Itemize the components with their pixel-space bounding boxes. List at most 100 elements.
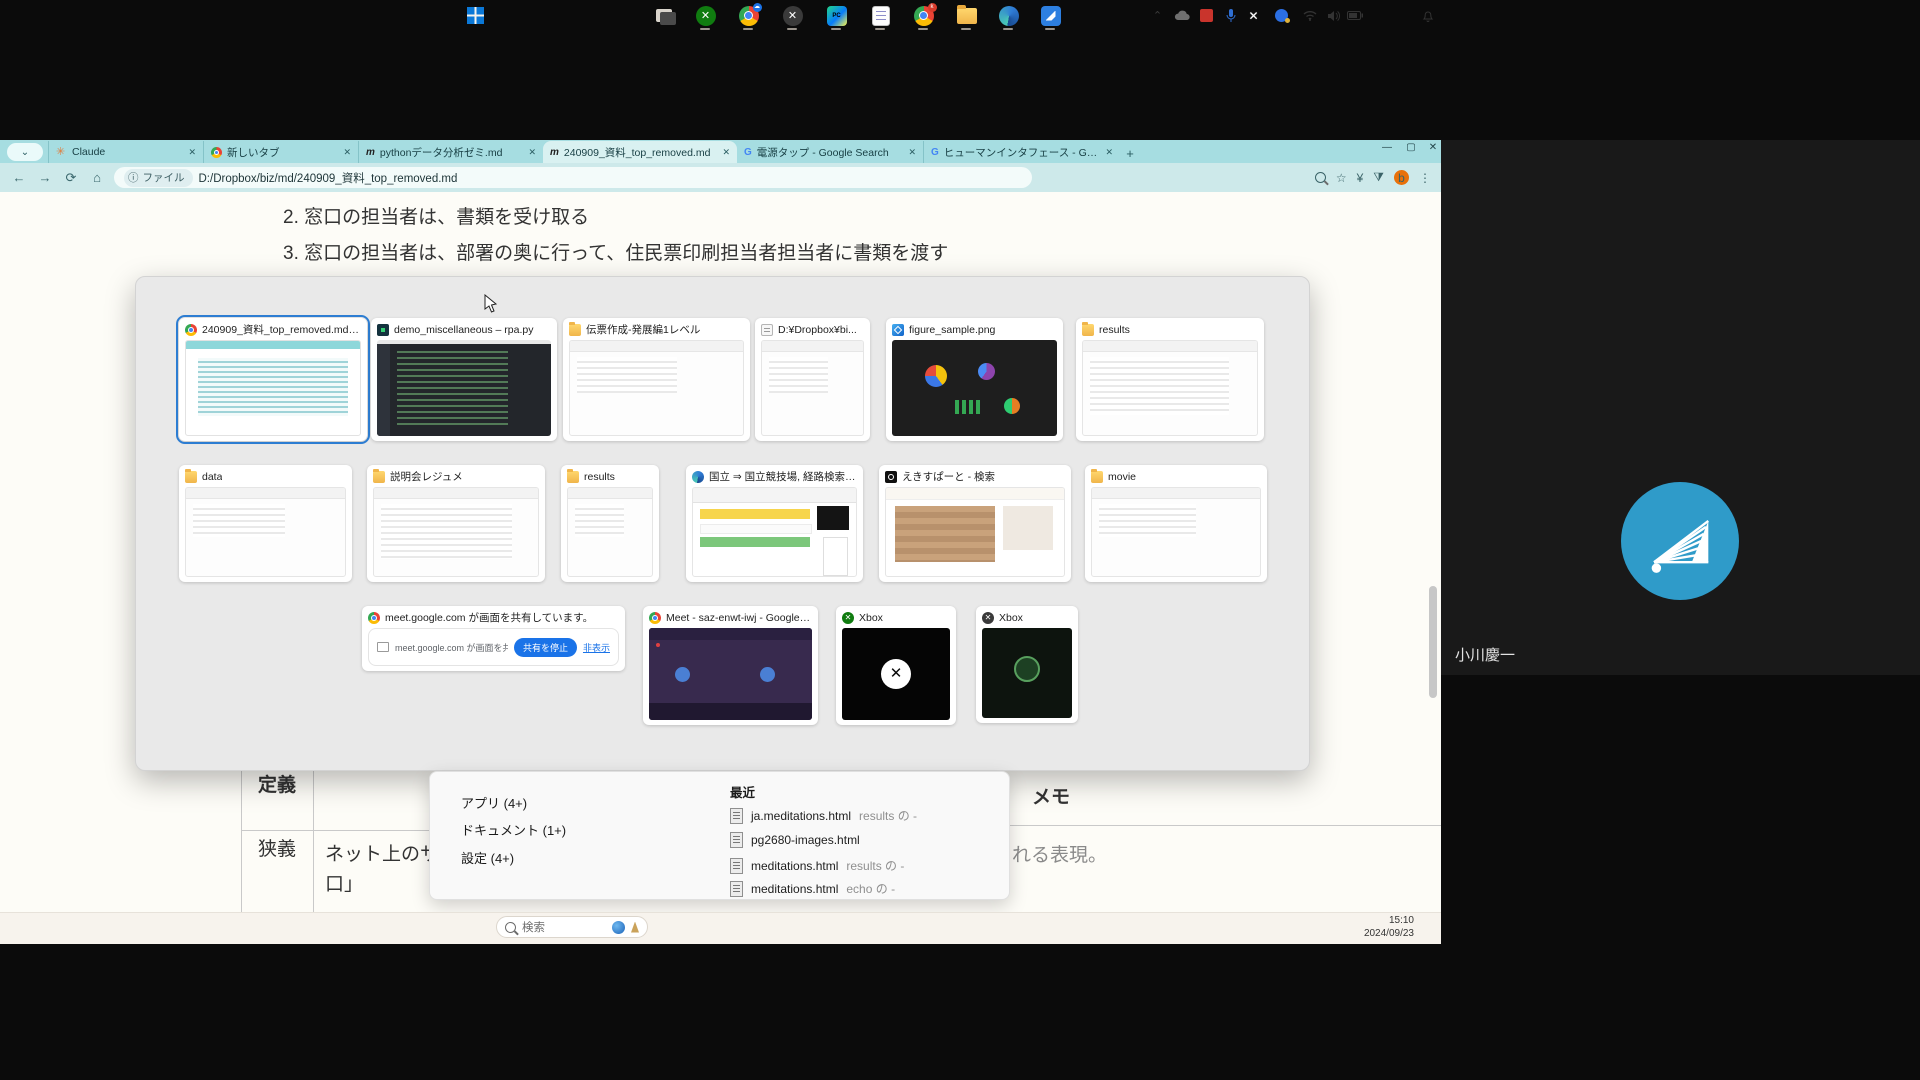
search-icon bbox=[505, 922, 516, 933]
tab-close-icon[interactable]: ✕ bbox=[1105, 147, 1113, 158]
taskbar-app-xbox[interactable]: ✕ bbox=[694, 4, 717, 27]
tab-claude[interactable]: ✳ Claude ✕ bbox=[48, 141, 203, 163]
window-card-folder-denpyo[interactable]: 伝票作成-発展編1レベル bbox=[563, 318, 750, 441]
flyout-category-apps[interactable]: アプリ (4+) bbox=[461, 793, 527, 812]
flyout-category-settings[interactable]: 設定 (4+) bbox=[461, 848, 514, 867]
home-button[interactable]: ⌂ bbox=[84, 170, 110, 185]
window-title: D:¥Dropbox¥bi... bbox=[778, 324, 857, 336]
tab-search-button[interactable]: ⌄ bbox=[7, 143, 43, 161]
tray-blue-app[interactable] bbox=[1270, 4, 1293, 27]
tray-wifi[interactable] bbox=[1298, 4, 1321, 27]
tray-battery[interactable] bbox=[1343, 4, 1366, 27]
maximize-button[interactable]: ▢ bbox=[1402, 142, 1420, 153]
tray-volume[interactable] bbox=[1322, 4, 1345, 27]
window-card-notepad[interactable]: D:¥Dropbox¥bi... bbox=[755, 318, 870, 441]
profile-avatar[interactable]: b bbox=[1394, 170, 1409, 185]
hide-banner-link[interactable]: 非表示 bbox=[583, 641, 610, 654]
tab-close-icon[interactable]: ✕ bbox=[343, 147, 351, 158]
search-highlight-globe-icon bbox=[612, 921, 625, 934]
address-bar[interactable]: ⓘ ファイル D:/Dropbox/biz/md/240909_資料_top_r… bbox=[114, 167, 1032, 188]
taskbar-app-notepad[interactable] bbox=[869, 4, 892, 27]
tab-new-tab[interactable]: 新しいタブ ✕ bbox=[203, 141, 358, 163]
tab-google-search-1[interactable]: G 電源タップ - Google Search ✕ bbox=[737, 141, 923, 163]
tab-python-seminar[interactable]: m pythonデータ分析ゼミ.md ✕ bbox=[358, 141, 543, 163]
zoom-icon[interactable] bbox=[1315, 172, 1326, 183]
claude-icon: ✳ bbox=[56, 147, 67, 158]
close-window-button[interactable]: ✕ bbox=[1424, 142, 1442, 153]
tab-close-icon[interactable]: ✕ bbox=[188, 147, 196, 158]
window-card-meet[interactable]: Meet - saz-enwt-iwj - Google Chr... bbox=[643, 606, 818, 725]
window-card-meet-banner[interactable]: meet.google.com が画面を共有しています。 meet.google… bbox=[362, 606, 625, 671]
tray-red-app[interactable] bbox=[1195, 4, 1218, 27]
window-card-route-search[interactable]: 国立 ⇒ 国立競技場, 経路検索|駅... bbox=[686, 465, 863, 582]
taskbar-app-remote[interactable] bbox=[1039, 4, 1062, 27]
window-title: Xbox bbox=[999, 612, 1023, 624]
tray-notifications[interactable] bbox=[1416, 4, 1439, 27]
tab-close-icon[interactable]: ✕ bbox=[908, 147, 916, 158]
screen-share-banner: meet.google.com が画面を共有しています。 共有を停止 非表示 bbox=[368, 628, 619, 666]
tab-active-document[interactable]: m 240909_資料_top_removed.md ✕ bbox=[543, 141, 737, 163]
flyout-category-documents[interactable]: ドキュメント (1+) bbox=[461, 820, 566, 839]
photos-icon bbox=[892, 324, 904, 336]
taskbar-app-chrome[interactable]: k bbox=[912, 4, 935, 27]
taskbar-app-explorer[interactable] bbox=[955, 4, 978, 27]
taskbar-clock[interactable]: 15:10 2024/09/23 bbox=[1358, 914, 1414, 940]
taskbar-app-pycharm[interactable]: PC bbox=[825, 4, 848, 27]
tab-google-search-2[interactable]: G ヒューマンインタフェース - Google Se ✕ bbox=[923, 141, 1120, 163]
extensions-puzzle-icon[interactable]: ⧩ bbox=[1373, 170, 1384, 185]
edge-icon bbox=[999, 6, 1019, 26]
page-scrollbar[interactable] bbox=[1429, 586, 1437, 698]
tray-x-app[interactable]: ✕ bbox=[1242, 4, 1265, 27]
new-tab-button[interactable]: + bbox=[1120, 143, 1140, 163]
taskbar-search-box[interactable]: 検索 bbox=[496, 916, 648, 938]
taskbar-app-chrome-remote[interactable]: ☁ bbox=[737, 4, 760, 27]
window-title: えきすぱーと - 検索 bbox=[902, 469, 995, 484]
yen-extension-icon[interactable]: ¥ bbox=[1357, 171, 1364, 185]
window-card-movie[interactable]: movie bbox=[1085, 465, 1267, 582]
participant-name: 小川慶一 bbox=[1455, 644, 1515, 665]
window-title: results bbox=[1099, 324, 1130, 336]
window-card-document[interactable]: 240909_資料_top_removed.md -... bbox=[179, 318, 367, 441]
reload-button[interactable]: ⟳ bbox=[58, 170, 84, 186]
start-button[interactable] bbox=[464, 4, 487, 27]
window-card-ekispert[interactable]: えきすぱーと - 検索 bbox=[879, 465, 1071, 582]
window-card-results-2[interactable]: results bbox=[561, 465, 659, 582]
window-card-figure-sample[interactable]: figure_sample.png bbox=[886, 318, 1063, 441]
tab-close-icon[interactable]: ✕ bbox=[722, 147, 730, 158]
stop-sharing-button[interactable]: 共有を停止 bbox=[514, 638, 577, 657]
minimize-button[interactable]: — bbox=[1378, 142, 1396, 153]
window-title: meet.google.com が画面を共有しています。 bbox=[385, 610, 593, 625]
doc-step-3: 3. 窓口の担当者は、部署の奥に行って、住民票印刷担当者担当者に書類を渡す bbox=[283, 238, 948, 265]
window-card-results-1[interactable]: results bbox=[1076, 318, 1264, 441]
tray-overflow-button[interactable]: ⌃ bbox=[1146, 4, 1169, 27]
recent-item[interactable]: ja.meditations.htmlresults の - bbox=[730, 807, 917, 824]
taskbar-app-edge[interactable] bbox=[997, 4, 1020, 27]
folder-icon bbox=[567, 471, 579, 483]
blue-arrow-app-icon bbox=[1041, 6, 1061, 26]
edge-icon bbox=[692, 471, 704, 483]
pycharm-icon: PC bbox=[827, 6, 847, 26]
recent-item[interactable]: meditations.htmlresults の - bbox=[730, 857, 904, 874]
window-card-xbox-1[interactable]: Xbox bbox=[836, 606, 956, 725]
window-thumbnail bbox=[567, 487, 653, 577]
task-view-button[interactable] bbox=[652, 4, 675, 27]
window-card-code-editor[interactable]: demo_miscellaneous – rpa.py bbox=[371, 318, 557, 441]
bookmark-star-icon[interactable]: ☆ bbox=[1336, 171, 1347, 185]
tray-microphone[interactable] bbox=[1219, 4, 1242, 27]
menu-kebab-icon[interactable]: ⋮ bbox=[1419, 171, 1431, 185]
window-card-xbox-2[interactable]: Xbox bbox=[976, 606, 1078, 723]
forward-button[interactable]: → bbox=[32, 170, 58, 185]
taskbar-app-xbox-dark[interactable]: ✕ bbox=[781, 4, 804, 27]
search-placeholder: 検索 bbox=[522, 919, 606, 935]
recent-item[interactable]: pg2680-images.html bbox=[730, 832, 868, 848]
window-card-data[interactable]: data bbox=[179, 465, 352, 582]
tab-close-icon[interactable]: ✕ bbox=[528, 147, 536, 158]
recent-item[interactable]: meditations.htmlecho の - bbox=[730, 880, 895, 897]
back-button[interactable]: ← bbox=[6, 170, 32, 185]
tray-onedrive[interactable] bbox=[1170, 4, 1193, 27]
tab-title: ヒューマンインタフェース - Google Se bbox=[944, 145, 1101, 160]
window-card-resume[interactable]: 説明会レジュメ bbox=[367, 465, 545, 582]
info-icon: ⓘ bbox=[128, 170, 139, 185]
table-memo-text: れる表現。 bbox=[1012, 842, 1107, 870]
html-file-icon bbox=[730, 808, 743, 824]
